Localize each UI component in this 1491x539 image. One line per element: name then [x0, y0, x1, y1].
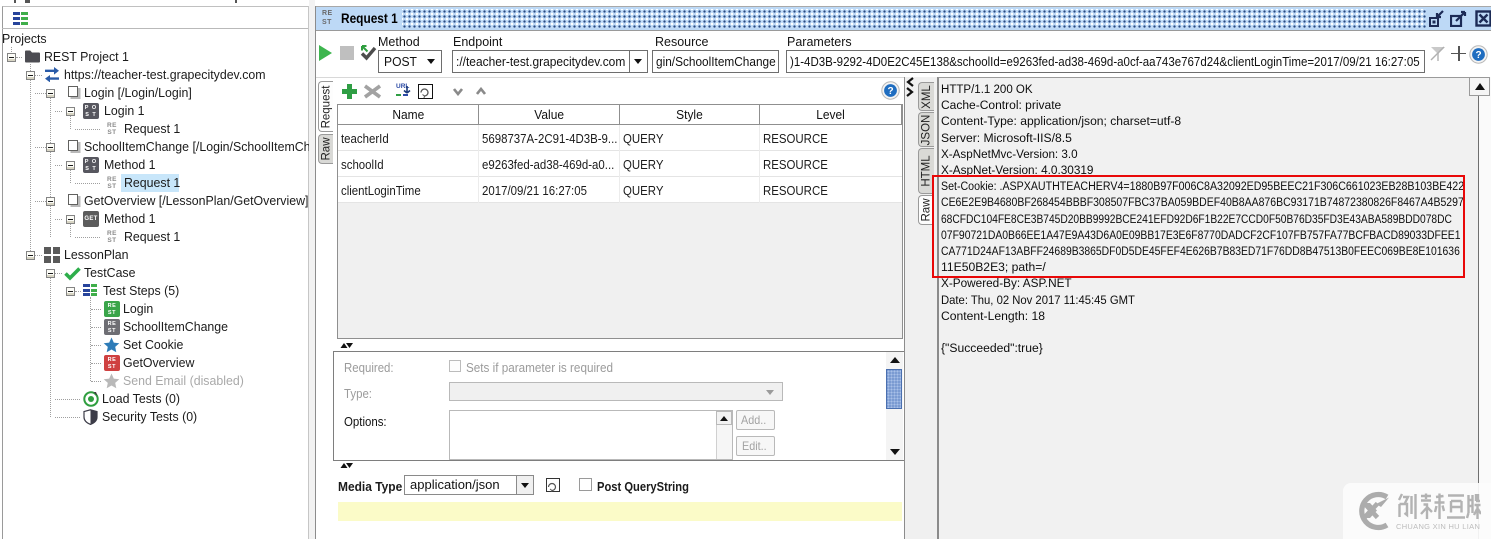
svg-text:?: ? — [1475, 50, 1481, 61]
svg-text:?: ? — [887, 86, 893, 97]
